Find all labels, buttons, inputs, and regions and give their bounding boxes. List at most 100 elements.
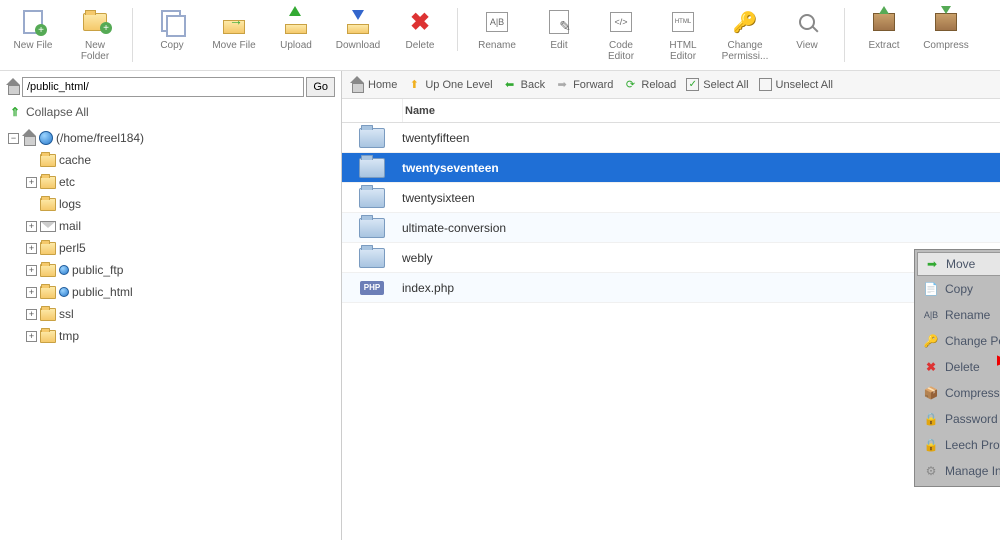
compress-button[interactable]: Compress: [923, 8, 969, 51]
compress-icon: 📦: [923, 385, 939, 401]
download-icon: [344, 8, 372, 36]
extract-button[interactable]: Extract: [861, 8, 907, 51]
nav-up[interactable]: ⬆Up One Level: [407, 78, 492, 92]
code-icon: </>: [607, 8, 635, 36]
folder-icon: [40, 176, 56, 189]
edit-icon: [545, 8, 573, 36]
php-icon: PHP: [360, 281, 384, 295]
folder-plus-icon: +: [81, 8, 109, 36]
path-input[interactable]: [22, 77, 304, 97]
table-row[interactable]: twentysixteen: [342, 183, 1000, 213]
tree-item-perl5[interactable]: +perl5: [26, 237, 335, 259]
nav-reload[interactable]: ⟳Reload: [623, 78, 676, 92]
tree-item-tmp[interactable]: +tmp: [26, 325, 335, 347]
nav-forward[interactable]: ➡Forward: [555, 78, 613, 92]
ctx-copy[interactable]: 📄Copy: [917, 276, 1000, 302]
copy-icon: 📄: [923, 281, 939, 297]
ctx-rename[interactable]: A|BRename: [917, 302, 1000, 328]
view-button[interactable]: View: [784, 8, 830, 62]
copy-button[interactable]: Copy: [149, 8, 195, 51]
go-button[interactable]: Go: [306, 77, 335, 97]
folder-icon: [359, 128, 385, 148]
nav-select-all[interactable]: ✓Select All: [686, 78, 748, 91]
key-icon: 🔑: [923, 333, 939, 349]
upload-icon: [282, 8, 310, 36]
ctx-change-permissions[interactable]: 🔑Change Permissions: [917, 328, 1000, 354]
delete-icon: ✖: [406, 8, 434, 36]
move-icon: ➡: [924, 256, 940, 272]
back-icon: ⬅: [503, 78, 517, 92]
tree-item-public-html[interactable]: +public_html: [26, 281, 335, 303]
ctx-leech-protect[interactable]: 🔒Leech Protect: [917, 432, 1000, 458]
main-toolbar: + New File + New Folder Copy → Move File…: [0, 0, 1000, 71]
tree-item-logs[interactable]: logs: [26, 193, 335, 215]
tree-item-etc[interactable]: +etc: [26, 171, 335, 193]
move-file-button[interactable]: → Move File: [211, 8, 257, 51]
tree-item-cache[interactable]: cache: [26, 149, 335, 171]
download-button[interactable]: Download: [335, 8, 381, 51]
tree-item-public-ftp[interactable]: +public_ftp: [26, 259, 335, 281]
context-menu: ➡Move 📄Copy A|BRename 🔑Change Permission…: [914, 249, 1000, 487]
table-row[interactable]: webly: [342, 243, 1000, 273]
folder-icon: [359, 218, 385, 238]
new-file-button[interactable]: + New File: [10, 8, 56, 62]
copy-icon: [158, 8, 186, 36]
folder-icon: [40, 154, 56, 167]
folder-icon: [40, 264, 56, 277]
folder-icon: [359, 248, 385, 268]
lock-icon: 🔒: [923, 437, 939, 453]
tree-item-mail[interactable]: +mail: [26, 215, 335, 237]
tree-item-ssl[interactable]: +ssl: [26, 303, 335, 325]
gear-icon: ⚙: [923, 463, 939, 479]
ctx-move[interactable]: ➡Move: [917, 252, 1000, 276]
forward-icon: ➡: [555, 78, 569, 92]
delete-button[interactable]: ✖ Delete: [397, 8, 443, 51]
ctx-password-protect[interactable]: 🔒Password Protect: [917, 406, 1000, 432]
code-editor-button[interactable]: </> Code Editor: [598, 8, 644, 62]
rename-button[interactable]: A|B Rename: [474, 8, 520, 62]
home-icon: [350, 78, 364, 92]
html-editor-button[interactable]: HTML HTML Editor: [660, 8, 706, 62]
ctx-compress[interactable]: 📦Compress: [917, 380, 1000, 406]
folder-icon: [40, 330, 56, 343]
compress-icon: [932, 8, 960, 36]
checkbox-icon: [759, 78, 772, 91]
nav-bar: Home ⬆Up One Level ⬅Back ➡Forward ⟳Reloa…: [342, 71, 1000, 99]
table-row[interactable]: twentyfifteen: [342, 123, 1000, 153]
rename-icon: A|B: [923, 307, 939, 323]
table-row[interactable]: twentyseventeen: [342, 153, 1000, 183]
table-row[interactable]: ultimate-conversion: [342, 213, 1000, 243]
file-plus-icon: +: [19, 8, 47, 36]
mail-icon: [40, 221, 56, 232]
tree-root[interactable]: − (/home/freel184): [8, 127, 335, 149]
nav-home[interactable]: Home: [350, 78, 397, 92]
grid-header-name-col[interactable]: Name: [402, 99, 1000, 122]
delete-icon: ✖: [923, 359, 939, 375]
ctx-delete[interactable]: ✖Delete: [917, 354, 1000, 380]
nav-back[interactable]: ⬅Back: [503, 78, 545, 92]
reload-icon: ⟳: [623, 78, 637, 92]
up-icon: ⬆: [407, 78, 421, 92]
home-icon: [6, 80, 20, 94]
nav-unselect-all[interactable]: Unselect All: [759, 78, 833, 91]
edit-button[interactable]: Edit: [536, 8, 582, 62]
new-folder-button[interactable]: + New Folder: [72, 8, 118, 62]
html-icon: HTML: [669, 8, 697, 36]
folder-icon: [40, 242, 56, 255]
rename-icon: A|B: [483, 8, 511, 36]
search-icon: [793, 8, 821, 36]
upload-button[interactable]: Upload: [273, 8, 319, 51]
globe-icon: [39, 131, 53, 145]
ctx-manage-indices[interactable]: ⚙Manage Indices: [917, 458, 1000, 484]
folder-icon: [40, 198, 56, 211]
table-row[interactable]: PHP index.php: [342, 273, 1000, 303]
key-icon: 🔑: [731, 8, 759, 36]
folder-icon: [359, 188, 385, 208]
lock-icon: 🔒: [923, 411, 939, 427]
home-icon: [22, 131, 36, 145]
left-pane: Go ⇑ Collapse All − (/home/freel184) cac…: [0, 71, 342, 540]
collapse-all-button[interactable]: ⇑ Collapse All: [8, 105, 335, 119]
globe-icon: [59, 287, 69, 297]
grid-header: Name: [342, 99, 1000, 123]
change-permissions-button[interactable]: 🔑 Change Permissi...: [722, 8, 768, 62]
